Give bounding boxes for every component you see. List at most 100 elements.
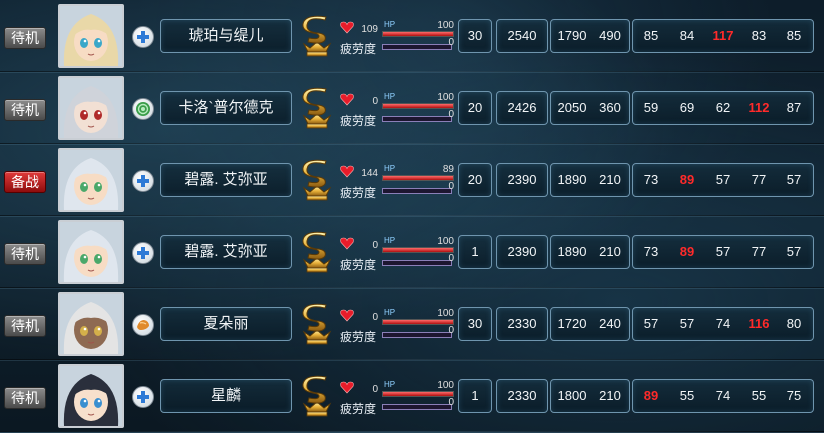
fatigue-value: 0 — [448, 181, 454, 192]
hp-bar-fill — [383, 176, 453, 180]
sub-stat-a: 1800 — [557, 388, 587, 403]
fatigue-label: 疲劳度 — [340, 42, 377, 56]
fatigue-value: 0 — [448, 109, 454, 120]
power-value: 2390 — [507, 244, 537, 259]
hp-bar-fill — [383, 320, 453, 324]
character-name[interactable]: 夏朵丽 — [160, 307, 292, 341]
character-portrait[interactable] — [58, 292, 124, 356]
hp-bar-fill — [383, 248, 453, 252]
stat-value: 69 — [679, 100, 695, 115]
stat-value: 85 — [643, 28, 659, 43]
stat-value: 80 — [786, 316, 802, 331]
sub-stat-a: 1890 — [557, 244, 587, 259]
level-box: 20 — [458, 163, 492, 197]
rank-s-crown-icon — [298, 158, 336, 202]
power-box: 2540 — [496, 19, 548, 53]
status-badge[interactable]: 待机 — [4, 243, 46, 265]
level-box: 20 — [458, 91, 492, 125]
rank-s-crown-icon — [298, 302, 336, 346]
cross-icon — [132, 26, 154, 48]
hp-current: 144 — [361, 168, 378, 179]
stat-value: 59 — [643, 100, 659, 115]
attribute-stats-box: 57 57 74 116 80 — [632, 307, 814, 341]
fatigue-value: 0 — [448, 253, 454, 264]
character-row[interactable]: 待机 琥珀与缇儿 109 HP 100 疲劳度 0 30 2540 1790 4… — [0, 0, 824, 73]
stat-value: 57 — [786, 244, 802, 259]
sub-stats-box: 1800 210 — [550, 379, 630, 413]
character-portrait[interactable] — [58, 148, 124, 212]
hp-max: 100 — [437, 92, 454, 103]
power-value: 2540 — [507, 28, 537, 43]
sub-stat-b: 210 — [599, 172, 621, 187]
sub-stats-box: 1890 210 — [550, 163, 630, 197]
hp-tag: HP — [384, 380, 396, 389]
character-row[interactable]: 待机 碧露. 艾弥亚 0 HP 100 疲劳度 0 1 2390 1890 21… — [0, 216, 824, 289]
level-value: 20 — [467, 172, 483, 187]
character-name[interactable]: 星麟 — [160, 379, 292, 413]
sub-stat-b: 210 — [599, 244, 621, 259]
hp-max: 100 — [437, 308, 454, 319]
hp-current: 0 — [372, 312, 378, 323]
character-name[interactable]: 碧露. 艾弥亚 — [160, 163, 292, 197]
stat-value: 57 — [715, 172, 731, 187]
character-row[interactable]: 备战 碧露. 艾弥亚 144 HP 89 疲劳度 0 20 2390 1890 … — [0, 144, 824, 217]
fatigue-label: 疲劳度 — [340, 186, 377, 200]
attribute-stats-box: 59 69 62 112 87 — [632, 91, 814, 125]
sub-stats-box: 1890 210 — [550, 235, 630, 269]
status-badge[interactable]: 待机 — [4, 27, 46, 49]
status-badge[interactable]: 备战 — [4, 171, 46, 193]
stat-value: 57 — [786, 172, 802, 187]
character-row[interactable]: 待机 星麟 0 HP 100 疲劳度 0 1 2330 1800 210 89 … — [0, 360, 824, 433]
stat-value: 83 — [751, 28, 767, 43]
fatigue-value: 0 — [448, 397, 454, 408]
power-box: 2426 — [496, 91, 548, 125]
status-badge[interactable]: 待机 — [4, 99, 46, 121]
character-portrait[interactable] — [58, 4, 124, 68]
character-portrait[interactable] — [58, 220, 124, 284]
hp-max: 100 — [437, 236, 454, 247]
stat-value: 55 — [751, 388, 767, 403]
stat-value: 62 — [715, 100, 731, 115]
stat-value: 57 — [679, 316, 695, 331]
hp-max: 100 — [437, 380, 454, 391]
stat-value: 89 — [679, 172, 695, 187]
stat-value: 57 — [643, 316, 659, 331]
status-badge[interactable]: 待机 — [4, 387, 46, 409]
level-value: 30 — [467, 316, 483, 331]
stat-value: 73 — [643, 172, 659, 187]
stat-value: 89 — [679, 244, 695, 259]
fatigue-value: 0 — [448, 325, 454, 336]
power-value: 2390 — [507, 172, 537, 187]
status-badge[interactable]: 待机 — [4, 315, 46, 337]
stat-value: 75 — [786, 388, 802, 403]
hp-bar-fill — [383, 104, 453, 108]
cross-icon — [132, 242, 154, 264]
stat-value: 87 — [786, 100, 802, 115]
character-name[interactable]: 碧露. 艾弥亚 — [160, 235, 292, 269]
hp-tag: HP — [384, 20, 396, 29]
fatigue-label: 疲劳度 — [340, 258, 377, 272]
character-name[interactable]: 琥珀与缇儿 — [160, 19, 292, 53]
character-portrait[interactable] — [58, 364, 124, 428]
hp-tag: HP — [384, 92, 396, 101]
rank-s-crown-icon — [298, 14, 336, 58]
hp-current: 0 — [372, 96, 378, 107]
level-value: 1 — [471, 388, 479, 403]
character-row[interactable]: 待机 夏朵丽 0 HP 100 疲劳度 0 30 2330 1720 240 5… — [0, 288, 824, 361]
character-row[interactable]: 待机 卡洛`普尔德克 0 HP 100 疲劳度 0 20 2426 2050 3… — [0, 72, 824, 145]
fatigue-label: 疲劳度 — [340, 114, 377, 128]
sub-stat-b: 490 — [599, 28, 621, 43]
stat-value: 74 — [715, 388, 731, 403]
stat-value: 112 — [748, 100, 770, 115]
attribute-stats-box: 89 55 74 55 75 — [632, 379, 814, 413]
hp-bar-fill — [383, 32, 453, 36]
power-box: 2330 — [496, 379, 548, 413]
level-value: 30 — [467, 28, 483, 43]
stat-value: 77 — [751, 172, 767, 187]
character-name[interactable]: 卡洛`普尔德克 — [160, 91, 292, 125]
sub-stat-a: 1720 — [557, 316, 587, 331]
character-portrait[interactable] — [58, 76, 124, 140]
fatigue-label: 疲劳度 — [340, 330, 377, 344]
power-value: 2426 — [507, 100, 537, 115]
sub-stats-box: 2050 360 — [550, 91, 630, 125]
